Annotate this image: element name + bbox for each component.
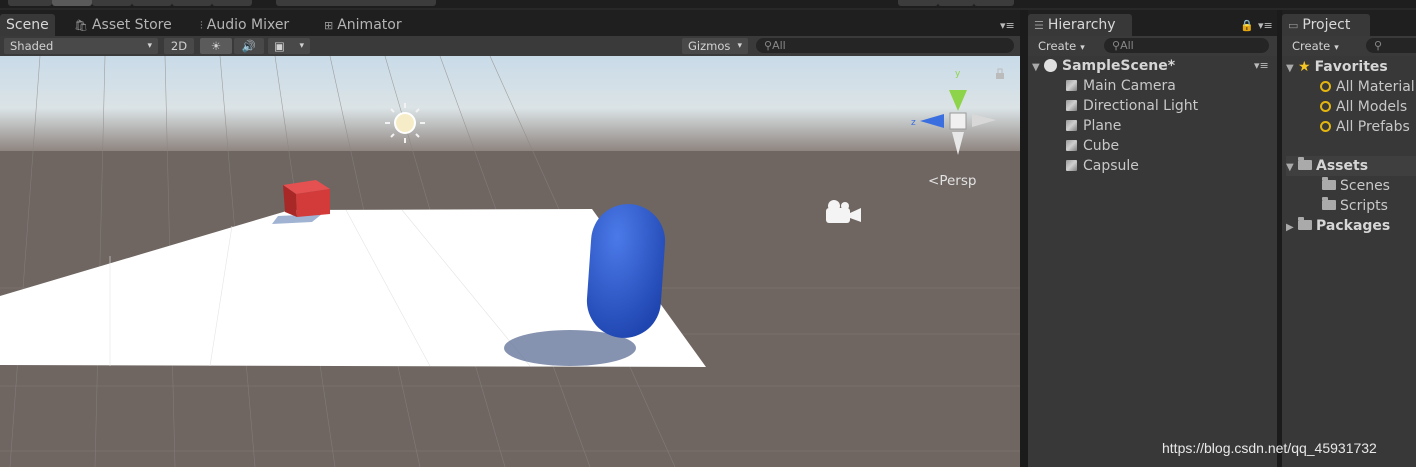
tab-asset-store[interactable]: 🛍 Asset Store [68,14,178,36]
search-icon [1320,81,1331,92]
search-icon [1320,121,1331,132]
scene-render: y z [0,56,1020,467]
chevron-down-icon: ▾ [299,41,304,51]
chevron-left-icon: < [928,173,940,189]
chevron-down-icon: ▾ [737,41,742,51]
move-tool-button[interactable] [52,0,92,6]
unity-scene-icon [1044,59,1057,72]
gameobject-icon [1066,140,1077,151]
hierarchy-item-directional-light[interactable]: Directional Light [1066,96,1198,116]
folder-icon [1322,197,1336,210]
hierarchy-item-cube[interactable]: Cube [1066,136,1119,156]
play-button[interactable] [898,0,938,6]
folder-icon [1298,157,1312,170]
projection-toggle[interactable]: <Persp [928,173,976,189]
search-icon: ⚲ [1374,39,1383,52]
hierarchy-item-capsule[interactable]: Capsule [1066,156,1139,176]
asset-folder-scenes[interactable]: Scenes [1322,176,1390,196]
cube-object[interactable] [283,180,330,217]
folder-icon: ▭ [1288,19,1299,32]
search-icon: ⚲ [1112,39,1121,52]
packages-header[interactable]: ▶ Packages [1286,216,1390,236]
scene-search-input[interactable]: ⚲All [756,38,1014,53]
audio-toggle-button[interactable]: 🔊 [234,38,264,54]
scene-tab-bar: Scene 🛍 Asset Store ⫶ Audio Mixer ⊞ Animato… [0,10,1020,36]
scene-toolbar: Shaded ▾ 2D ☀ 🔊 ▣ ▾ Gizmos ▾ ⚲All [0,36,1020,57]
folder-icon [1298,217,1312,230]
gameobject-icon [1066,160,1077,171]
project-create-dropdown[interactable]: Create ▾ [1286,38,1350,54]
main-toolbar [0,0,1416,8]
gizmos-dropdown[interactable]: Gizmos ▾ [682,38,748,54]
tab-scene[interactable]: Scene [0,14,55,36]
scale-tool-button[interactable] [132,0,172,6]
svg-text:z: z [911,118,916,128]
favorites-header[interactable]: ▼ ★ Favorites [1286,57,1388,77]
favorite-item-all-material[interactable]: All Material [1320,77,1415,97]
chevron-down-icon: ▼ [1286,63,1294,74]
gameobject-icon [1066,80,1077,91]
pivot-toggle-button[interactable] [276,0,436,6]
hierarchy-item-main-camera[interactable]: Main Camera [1066,76,1176,96]
search-icon: ⚲ [764,39,773,52]
transform-tool-button[interactable] [212,0,252,6]
chevron-down-icon: ▾ [147,41,152,51]
folder-icon [1322,177,1336,190]
tab-menu-icon[interactable]: ▾≡ [1258,19,1273,32]
chevron-down-icon: ▾ [1334,43,1339,53]
star-icon: ★ [1298,59,1311,75]
hierarchy-search-input[interactable]: ⚲All [1104,38,1269,53]
project-search-input[interactable]: ⚲ [1366,38,1416,53]
chevron-right-icon: ▶ [1286,222,1294,233]
project-tab-bar: ▭ Project [1282,10,1416,36]
panel-divider[interactable] [1020,10,1028,467]
favorite-item-all-models[interactable]: All Models [1320,97,1407,117]
animator-icon: ⊞ [324,19,334,32]
scene-menu-icon[interactable]: ▾≡ [1254,56,1269,76]
watermark-text: https://blog.csdn.net/qq_45931732 [1162,440,1377,456]
2d-toggle-button[interactable]: 2D [164,38,194,54]
asset-folder-scripts[interactable]: Scripts [1322,196,1388,216]
audio-mixer-icon: ⫶ [200,19,203,32]
hierarchy-create-dropdown[interactable]: Create ▾ [1032,38,1092,54]
image-icon: ▣ [274,39,285,53]
scene-viewport[interactable]: y z <Persp [0,56,1020,467]
skybox [0,56,1020,151]
sun-icon: ☀ [210,39,222,53]
favorite-item-all-prefabs[interactable]: All Prefabs [1320,117,1410,137]
hierarchy-item-plane[interactable]: Plane [1066,116,1121,136]
project-toolbar: Create ▾ ⚲ [1282,36,1416,57]
asset-store-icon: 🛍 [74,19,88,32]
tab-animator[interactable]: ⊞ Animator [318,14,408,36]
hierarchy-icon: ☰ [1034,19,1044,32]
rotate-tool-button[interactable] [92,0,132,6]
tab-audio-mixer[interactable]: ⫶ Audio Mixer [194,14,295,36]
lock-icon[interactable]: 🔒 [1240,19,1254,32]
step-button[interactable] [974,0,1014,6]
gameobject-icon [1066,100,1077,111]
project-panel: ▼ ★ Favorites All Material All Models All … [1282,56,1416,467]
gameobject-icon [1066,120,1077,131]
rect-tool-button[interactable] [172,0,212,6]
chevron-down-icon: ▼ [1286,162,1294,173]
shading-mode-dropdown[interactable]: Shaded ▾ [4,38,158,54]
lighting-toggle-button[interactable]: ☀ [200,38,232,54]
hierarchy-toolbar: Create ▾ ⚲All [1028,36,1277,57]
tab-menu-icon[interactable]: ▾≡ [1000,19,1015,32]
tab-project[interactable]: ▭ Project [1282,14,1370,36]
scene-root-item[interactable]: ▼ SampleScene* ▾≡ [1032,56,1272,76]
chevron-down-icon: ▾ [1080,43,1085,53]
hierarchy-panel: ▼ SampleScene* ▾≡ Main Camera Directional… [1028,56,1277,467]
effects-dropdown[interactable]: ▣ ▾ [268,38,310,54]
tab-hierarchy[interactable]: ☰ Hierarchy [1028,14,1132,36]
pause-button[interactable] [938,0,974,6]
speaker-icon: 🔊 [241,39,257,53]
capsule-object[interactable] [584,202,667,341]
hand-tool-button[interactable] [8,0,52,6]
assets-header[interactable]: ▼ Assets [1286,156,1416,176]
chevron-down-icon: ▼ [1032,62,1040,73]
svg-text:y: y [955,69,961,79]
hierarchy-tab-bar: ☰ Hierarchy 🔒 ▾≡ [1028,10,1277,36]
search-icon [1320,101,1331,112]
